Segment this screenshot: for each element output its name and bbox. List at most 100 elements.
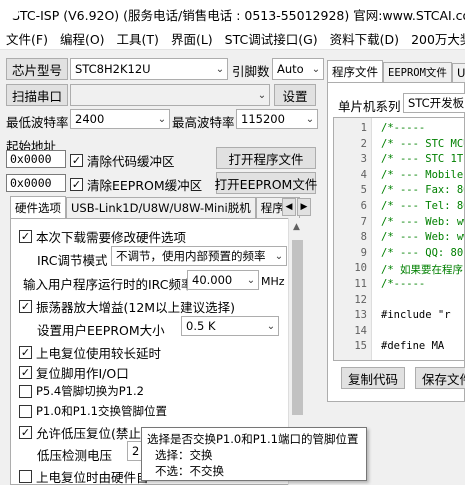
min-baud-value: 2400 bbox=[75, 112, 105, 126]
code-line: /* --- Tel: 86 bbox=[381, 200, 465, 212]
max-baud-label: 最高波特率 bbox=[172, 115, 235, 130]
chevron-up-icon[interactable]: ▲ bbox=[293, 222, 300, 232]
scrollbar-thumb[interactable] bbox=[292, 240, 303, 415]
open-program-file-button[interactable]: 打开程序文件 bbox=[216, 147, 316, 169]
check-icon[interactable]: ✓ bbox=[70, 178, 83, 191]
save-file-button[interactable]: 保存文件 bbox=[415, 367, 465, 389]
irc-mode-label: IRC调节模式 bbox=[37, 253, 108, 268]
min-baud-select[interactable]: 2400 ⌄ bbox=[70, 109, 170, 129]
code-line: #define MA bbox=[381, 340, 445, 353]
menu-debug-interface[interactable]: STC调试接口(G) bbox=[219, 29, 324, 48]
mcu-type-select[interactable]: STC8H2K12U ⌄ bbox=[70, 58, 228, 80]
por-hw-reset-label: 上电复位时由硬件自 bbox=[36, 470, 149, 485]
tab-scroll-left-button[interactable]: ◀ bbox=[282, 198, 296, 216]
modify-hw-option[interactable]: ✓ 本次下载需要修改硬件选项 bbox=[19, 227, 186, 246]
tooltip-line-select: 选择：交换 bbox=[155, 448, 213, 462]
p10-swap-option[interactable]: P1.0和P1.1交换管脚位置 bbox=[19, 403, 167, 419]
line-number: 6 bbox=[360, 200, 367, 212]
code-address-input[interactable]: 0x0000 bbox=[6, 150, 66, 168]
port-select[interactable]: ⌄ bbox=[70, 84, 270, 106]
menu-interface[interactable]: 界面(L) bbox=[165, 29, 219, 48]
window-title: STC-ISP (V6.92O) (服务电话/销售电话 : 0513-55012… bbox=[12, 7, 465, 23]
line-number: 3 bbox=[360, 153, 367, 166]
menu-downloads[interactable]: 资料下载(D) bbox=[324, 29, 405, 48]
eeprom-size-select[interactable]: 0.5 K ⌄ bbox=[181, 316, 279, 336]
clear-eeprom-label: 清除EEPROM缓冲区 bbox=[87, 178, 203, 193]
menu-program[interactable]: 编程(O) bbox=[54, 29, 111, 48]
tooltip: 选择是否交换P1.0和P1.1端口的管脚位置 选择：交换 不选：不交换 bbox=[141, 427, 367, 481]
checkbox-empty-icon[interactable] bbox=[19, 404, 32, 418]
p54-switch-label: P5.4管脚切换为P1.2 bbox=[36, 384, 144, 398]
chevron-down-icon: ⌄ bbox=[215, 63, 225, 75]
pins-label: 引脚数 bbox=[232, 64, 270, 79]
port-settings-button[interactable]: 设置 bbox=[274, 84, 316, 106]
code-line: /* --- Web: ww bbox=[381, 231, 465, 244]
eeprom-size-label: 设置用户EEPROM大小 bbox=[37, 323, 165, 338]
check-icon[interactable]: ✓ bbox=[19, 426, 32, 439]
line-number: 12 bbox=[354, 293, 367, 306]
code-line: /* --- STC MCU bbox=[381, 137, 465, 150]
scan-port-button[interactable]: 扫描串口 bbox=[6, 84, 68, 106]
clear-code-option[interactable]: ✓ 清除代码缓冲区 bbox=[70, 151, 175, 170]
check-icon[interactable]: ✓ bbox=[19, 300, 32, 313]
reset-pin-io-label: 复位脚用作I/O口 bbox=[36, 366, 129, 381]
code-editor[interactable]: 1 /*----- 2 /* --- STC MCU 3 /* --- STC 1T 4 /*… bbox=[333, 117, 465, 361]
file-tabs: 程序文件 EEPROM文件 U bbox=[327, 60, 465, 82]
menu-bar: 文件(F) 编程(O) 工具(T) 界面(L) STC调试接口(G) 资料下载(… bbox=[0, 28, 465, 50]
code-line: /* --- STC 1T bbox=[381, 153, 464, 166]
irc-freq-label: 输入用户程序运行时的IRC频率 bbox=[23, 277, 194, 292]
mcu-type-label[interactable]: 芯片型号 bbox=[6, 58, 68, 80]
min-baud-label: 最低波特率 bbox=[6, 115, 69, 130]
tab-eeprom-file[interactable]: EEPROM文件 bbox=[383, 62, 452, 82]
code-line: #include "r bbox=[381, 309, 451, 322]
modify-hw-label: 本次下载需要修改硬件选项 bbox=[36, 230, 187, 245]
max-baud-select[interactable]: 115200 ⌄ bbox=[236, 109, 318, 129]
copy-code-button[interactable]: 复制代码 bbox=[341, 367, 405, 389]
pins-value: Auto bbox=[277, 62, 304, 76]
chevron-down-icon: ⌄ bbox=[257, 89, 267, 101]
por-hw-reset-option[interactable]: 上电复位时由硬件自 bbox=[19, 467, 149, 485]
check-icon[interactable]: ✓ bbox=[19, 346, 32, 359]
code-line: /* --- Fax: 86 bbox=[381, 184, 465, 197]
p54-switch-option[interactable]: P5.4管脚切换为P1.2 bbox=[19, 383, 144, 399]
line-number: 10 bbox=[354, 262, 367, 275]
checkbox-empty-icon[interactable] bbox=[19, 470, 32, 483]
check-icon[interactable]: ✓ bbox=[70, 154, 83, 167]
menu-file[interactable]: 文件(F) bbox=[0, 29, 54, 48]
tab-scroll-right-button[interactable]: ▶ bbox=[297, 198, 311, 216]
chevron-down-icon: ⌄ bbox=[246, 274, 256, 286]
check-icon[interactable]: ✓ bbox=[19, 366, 32, 379]
pins-select[interactable]: Auto ⌄ bbox=[272, 58, 324, 80]
open-eeprom-file-button[interactable]: 打开EEPROM文件 bbox=[215, 172, 317, 194]
menu-prize[interactable]: 200万大奖( bbox=[405, 29, 465, 48]
osc-gain-option[interactable]: ✓ 振荡器放大增益(12M以上建议选择) bbox=[19, 297, 235, 316]
chevron-right-icon: ▶ bbox=[300, 202, 308, 212]
irc-freq-value: 40.000 bbox=[192, 273, 233, 287]
code-line: /* --- Web: ww bbox=[381, 215, 465, 228]
menu-tools[interactable]: 工具(T) bbox=[111, 29, 165, 48]
code-line: /*----- bbox=[381, 122, 426, 134]
line-number: 14 bbox=[354, 324, 367, 337]
series-select[interactable]: STC开发板 bbox=[403, 93, 465, 113]
clear-eeprom-option[interactable]: ✓ 清除EEPROM缓冲区 bbox=[70, 175, 202, 194]
series-value: STC开发板 bbox=[408, 96, 465, 110]
irc-mode-select[interactable]: 不调节，使用内部预置的频率 ⌄ bbox=[111, 246, 287, 266]
chevron-down-icon: ⌄ bbox=[311, 63, 321, 75]
chevron-down-icon: ⌄ bbox=[157, 113, 167, 125]
code-line: /* --- Mobile: bbox=[381, 168, 465, 181]
tab-program-file[interactable]: 程序文件 bbox=[327, 60, 383, 82]
reset-pin-io-option[interactable]: ✓ 复位脚用作I/O口 bbox=[19, 363, 129, 382]
tab-usb-link-offline[interactable]: USB-Link1D/U8W/U8W-Mini脱机 bbox=[66, 197, 256, 218]
tab-hardware-options[interactable]: 硬件选项 bbox=[10, 196, 66, 218]
irc-freq-input[interactable]: 40.000 ⌄ bbox=[187, 270, 259, 290]
eeprom-address-input[interactable]: 0x0000 bbox=[6, 174, 66, 192]
tab-more[interactable]: U bbox=[451, 63, 465, 82]
line-number: 7 bbox=[360, 215, 367, 228]
code-line: /* --- QQ: 80 bbox=[381, 246, 464, 259]
max-baud-value: 115200 bbox=[241, 112, 285, 126]
por-delay-option[interactable]: ✓ 上电复位使用较长延时 bbox=[19, 343, 161, 362]
check-icon[interactable]: ✓ bbox=[19, 230, 32, 243]
line-number: 8 bbox=[360, 231, 367, 244]
code-line: /*----- bbox=[381, 278, 426, 290]
checkbox-empty-icon[interactable] bbox=[19, 384, 32, 398]
